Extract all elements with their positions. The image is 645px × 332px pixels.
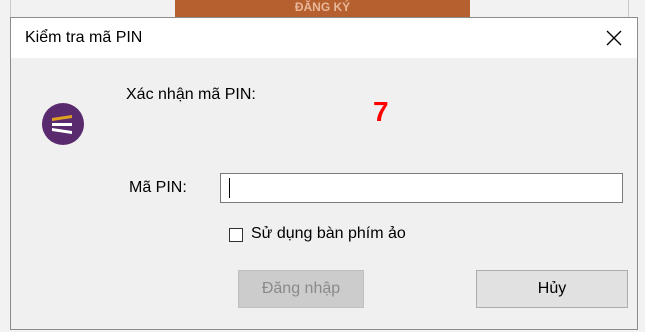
confirm-pin-label: Xác nhận mã PIN: [126, 86, 256, 103]
tpbank-logo-icon [42, 103, 84, 145]
pin-dialog: Kiểm tra mã PIN Xác nhận mã PIN: 7 Mã PI… [10, 17, 638, 330]
virtual-keyboard-label[interactable]: Sử dụng bàn phím ảo [251, 225, 406, 243]
dialog-titlebar: Kiểm tra mã PIN [11, 18, 637, 58]
virtual-keyboard-checkbox[interactable] [229, 228, 243, 242]
text-caret [229, 178, 230, 198]
close-icon [606, 30, 622, 46]
cancel-button[interactable]: Hủy [476, 270, 628, 308]
background-register-button: ĐĂNG KÝ [175, 0, 470, 18]
background-edge-left [10, 0, 11, 18]
otp-code: 7 [373, 96, 389, 127]
pin-field-label: Mã PIN: [129, 179, 187, 196]
pin-input[interactable] [220, 173, 623, 203]
dialog-title: Kiểm tra mã PIN [25, 29, 143, 46]
background-edge-right [628, 0, 629, 18]
close-button[interactable] [591, 18, 637, 58]
login-button[interactable]: Đăng nhập [238, 270, 364, 308]
